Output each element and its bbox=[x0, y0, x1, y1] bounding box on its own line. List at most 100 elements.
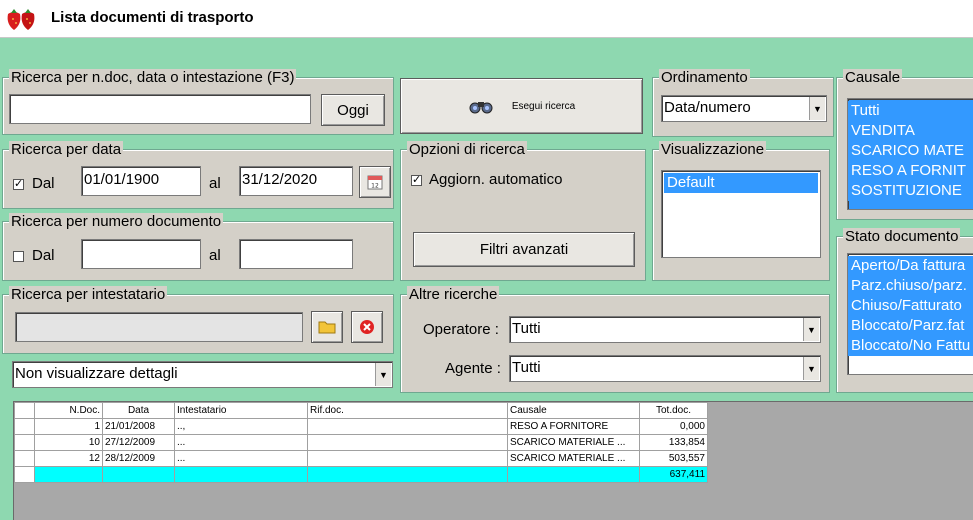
operator-combo-value: Tutti bbox=[512, 320, 541, 337]
col-header[interactable]: Causale bbox=[507, 402, 640, 419]
causale-item[interactable]: VENDITA bbox=[848, 121, 973, 141]
panel-search-number: Ricerca per numero documento Dal al bbox=[2, 213, 394, 281]
col-header[interactable]: N.Doc. bbox=[34, 402, 103, 419]
panel-search-date: Ricerca per data ✓ Dal 01/01/1900 al 31/… bbox=[2, 141, 394, 209]
row-indicator bbox=[14, 466, 35, 483]
cell: 21/01/2008 bbox=[102, 418, 175, 435]
cell: 503,557 bbox=[639, 450, 708, 467]
cell bbox=[307, 450, 508, 467]
table-row[interactable]: 12 28/12/2009 ... SCARICO MATERIALE ... … bbox=[14, 450, 708, 467]
view-listbox[interactable]: Default bbox=[661, 170, 821, 258]
doc-state-item[interactable]: Parz.chiuso/parz. bbox=[848, 276, 973, 296]
cell bbox=[307, 418, 508, 435]
clear-holder-button[interactable] bbox=[351, 311, 383, 343]
folder-icon bbox=[318, 321, 336, 334]
doc-state-item[interactable]: Chiuso/Fatturato bbox=[848, 296, 973, 316]
ordering-combo[interactable]: Data/numero ▼ bbox=[661, 95, 827, 122]
causale-item[interactable]: SCARICO MATE bbox=[848, 141, 973, 161]
agent-combo-value: Tutti bbox=[512, 359, 541, 376]
col-header[interactable]: Data bbox=[102, 402, 175, 419]
auto-update-checkbox[interactable]: ✓ bbox=[411, 175, 422, 186]
number-to-input[interactable] bbox=[239, 239, 353, 269]
cell: ... bbox=[174, 450, 308, 467]
panel-causale: Causale Tutti VENDITA SCARICO MATE RESO … bbox=[836, 69, 973, 220]
title-bar: Lista documenti di trasporto bbox=[0, 0, 973, 38]
table-row[interactable]: 10 27/12/2009 ... SCARICO MATERIALE ... … bbox=[14, 434, 708, 451]
date-from-input[interactable]: 01/01/1900 bbox=[81, 166, 201, 196]
causale-item[interactable]: SOSTITUZIONE bbox=[848, 181, 973, 201]
causale-item[interactable]: Tutti bbox=[848, 101, 973, 121]
cell: 12 bbox=[34, 450, 103, 467]
cell: .., bbox=[174, 418, 308, 435]
chevron-down-icon[interactable]: ▼ bbox=[803, 357, 819, 380]
results-grid[interactable]: N.Doc. Data Intestatario Rif.doc. Causal… bbox=[13, 401, 973, 520]
panel-search-number-legend: Ricerca per numero documento bbox=[9, 213, 224, 231]
select-holder-button[interactable] bbox=[311, 311, 343, 343]
holder-input[interactable] bbox=[15, 312, 303, 342]
cell: RESO A FORNITORE bbox=[507, 418, 640, 435]
causale-item[interactable]: RESO A FORNIT bbox=[848, 161, 973, 181]
causale-listbox[interactable]: Tutti VENDITA SCARICO MATE RESO A FORNIT… bbox=[847, 98, 973, 210]
search-text-input[interactable] bbox=[9, 94, 311, 124]
cell: SCARICO MATERIALE ... bbox=[507, 434, 640, 451]
details-combo[interactable]: Non visualizzare dettagli ▼ bbox=[12, 361, 393, 388]
panel-search-holder: Ricerca per intestatario bbox=[2, 286, 394, 354]
row-indicator bbox=[14, 434, 35, 451]
execute-search-label: Esegui ricerca bbox=[511, 100, 576, 112]
panel-view-legend: Visualizzazione bbox=[659, 141, 767, 159]
panel-search-date-legend: Ricerca per data bbox=[9, 141, 124, 159]
cell: 28/12/2009 bbox=[102, 450, 175, 467]
operator-combo[interactable]: Tutti ▼ bbox=[509, 316, 821, 343]
chevron-down-icon[interactable]: ▼ bbox=[803, 318, 819, 341]
row-indicator-header bbox=[14, 402, 35, 419]
today-button[interactable]: Oggi bbox=[321, 94, 385, 126]
advanced-filters-button[interactable]: Filtri avanzati bbox=[413, 232, 635, 267]
binoculars-icon bbox=[469, 102, 493, 114]
panel-search-text: Ricerca per n.doc, data o intestazione (… bbox=[2, 69, 394, 135]
doc-state-item[interactable]: Aperto/Da fattura bbox=[848, 256, 973, 276]
calendar-button[interactable]: 12 bbox=[359, 166, 391, 198]
cell: ... bbox=[174, 434, 308, 451]
number-filter-checkbox[interactable] bbox=[13, 251, 24, 262]
auto-update-label: Aggiorn. automatico bbox=[429, 171, 563, 188]
panel-doc-state-legend: Stato documento bbox=[843, 228, 961, 246]
row-indicator bbox=[14, 418, 35, 435]
date-to-input[interactable]: 31/12/2020 bbox=[239, 166, 353, 196]
table-row[interactable]: 1 21/01/2008 .., RESO A FORNITORE 0,000 bbox=[14, 418, 708, 435]
strawberry-icon bbox=[7, 9, 35, 30]
col-header[interactable]: Rif.doc. bbox=[307, 402, 508, 419]
row-indicator bbox=[14, 450, 35, 467]
cell: 1 bbox=[34, 418, 103, 435]
chevron-down-icon[interactable]: ▼ bbox=[375, 363, 391, 386]
doc-state-listbox[interactable]: Aperto/Da fattura Parz.chiuso/parz. Chiu… bbox=[847, 253, 973, 375]
col-header[interactable]: Intestatario bbox=[174, 402, 308, 419]
window-title: Lista documenti di trasporto bbox=[51, 9, 254, 26]
agent-combo[interactable]: Tutti ▼ bbox=[509, 355, 821, 382]
number-to-label: al bbox=[209, 247, 221, 264]
panel-other-searches: Altre ricerche Operatore : Tutti ▼ Agent… bbox=[400, 286, 830, 393]
total-value: 637,411 bbox=[639, 466, 708, 483]
panel-causale-legend: Causale bbox=[843, 69, 903, 87]
panel-search-options: Opzioni di ricerca ✓ Aggiorn. automatico… bbox=[400, 141, 646, 281]
operator-label: Operatore : bbox=[423, 321, 499, 338]
col-header[interactable]: Tot.doc. bbox=[639, 402, 708, 419]
ordering-combo-value: Data/numero bbox=[664, 99, 751, 116]
results-table: N.Doc. Data Intestatario Rif.doc. Causal… bbox=[14, 402, 708, 483]
panel-view: Visualizzazione Default bbox=[652, 141, 830, 281]
panel-search-text-legend: Ricerca per n.doc, data o intestazione (… bbox=[9, 69, 297, 87]
execute-search-button[interactable]: Esegui ricerca bbox=[400, 78, 643, 134]
table-header-row: N.Doc. Data Intestatario Rif.doc. Causal… bbox=[14, 402, 708, 419]
svg-text:12: 12 bbox=[371, 183, 379, 190]
date-filter-checkbox[interactable]: ✓ bbox=[13, 179, 24, 190]
chevron-down-icon[interactable]: ▼ bbox=[809, 97, 825, 120]
doc-state-item[interactable]: Bloccato/Parz.fat bbox=[848, 316, 973, 336]
cell bbox=[307, 434, 508, 451]
panel-doc-state: Stato documento Aperto/Da fattura Parz.c… bbox=[836, 228, 973, 393]
panel-other-searches-legend: Altre ricerche bbox=[407, 286, 500, 304]
doc-state-item[interactable]: Bloccato/No Fattu bbox=[848, 336, 973, 356]
cell: 0,000 bbox=[639, 418, 708, 435]
number-from-input[interactable] bbox=[81, 239, 201, 269]
view-item-default[interactable]: Default bbox=[664, 173, 818, 193]
date-from-label: Dal bbox=[32, 175, 55, 192]
total-row: 637,411 bbox=[14, 466, 708, 483]
